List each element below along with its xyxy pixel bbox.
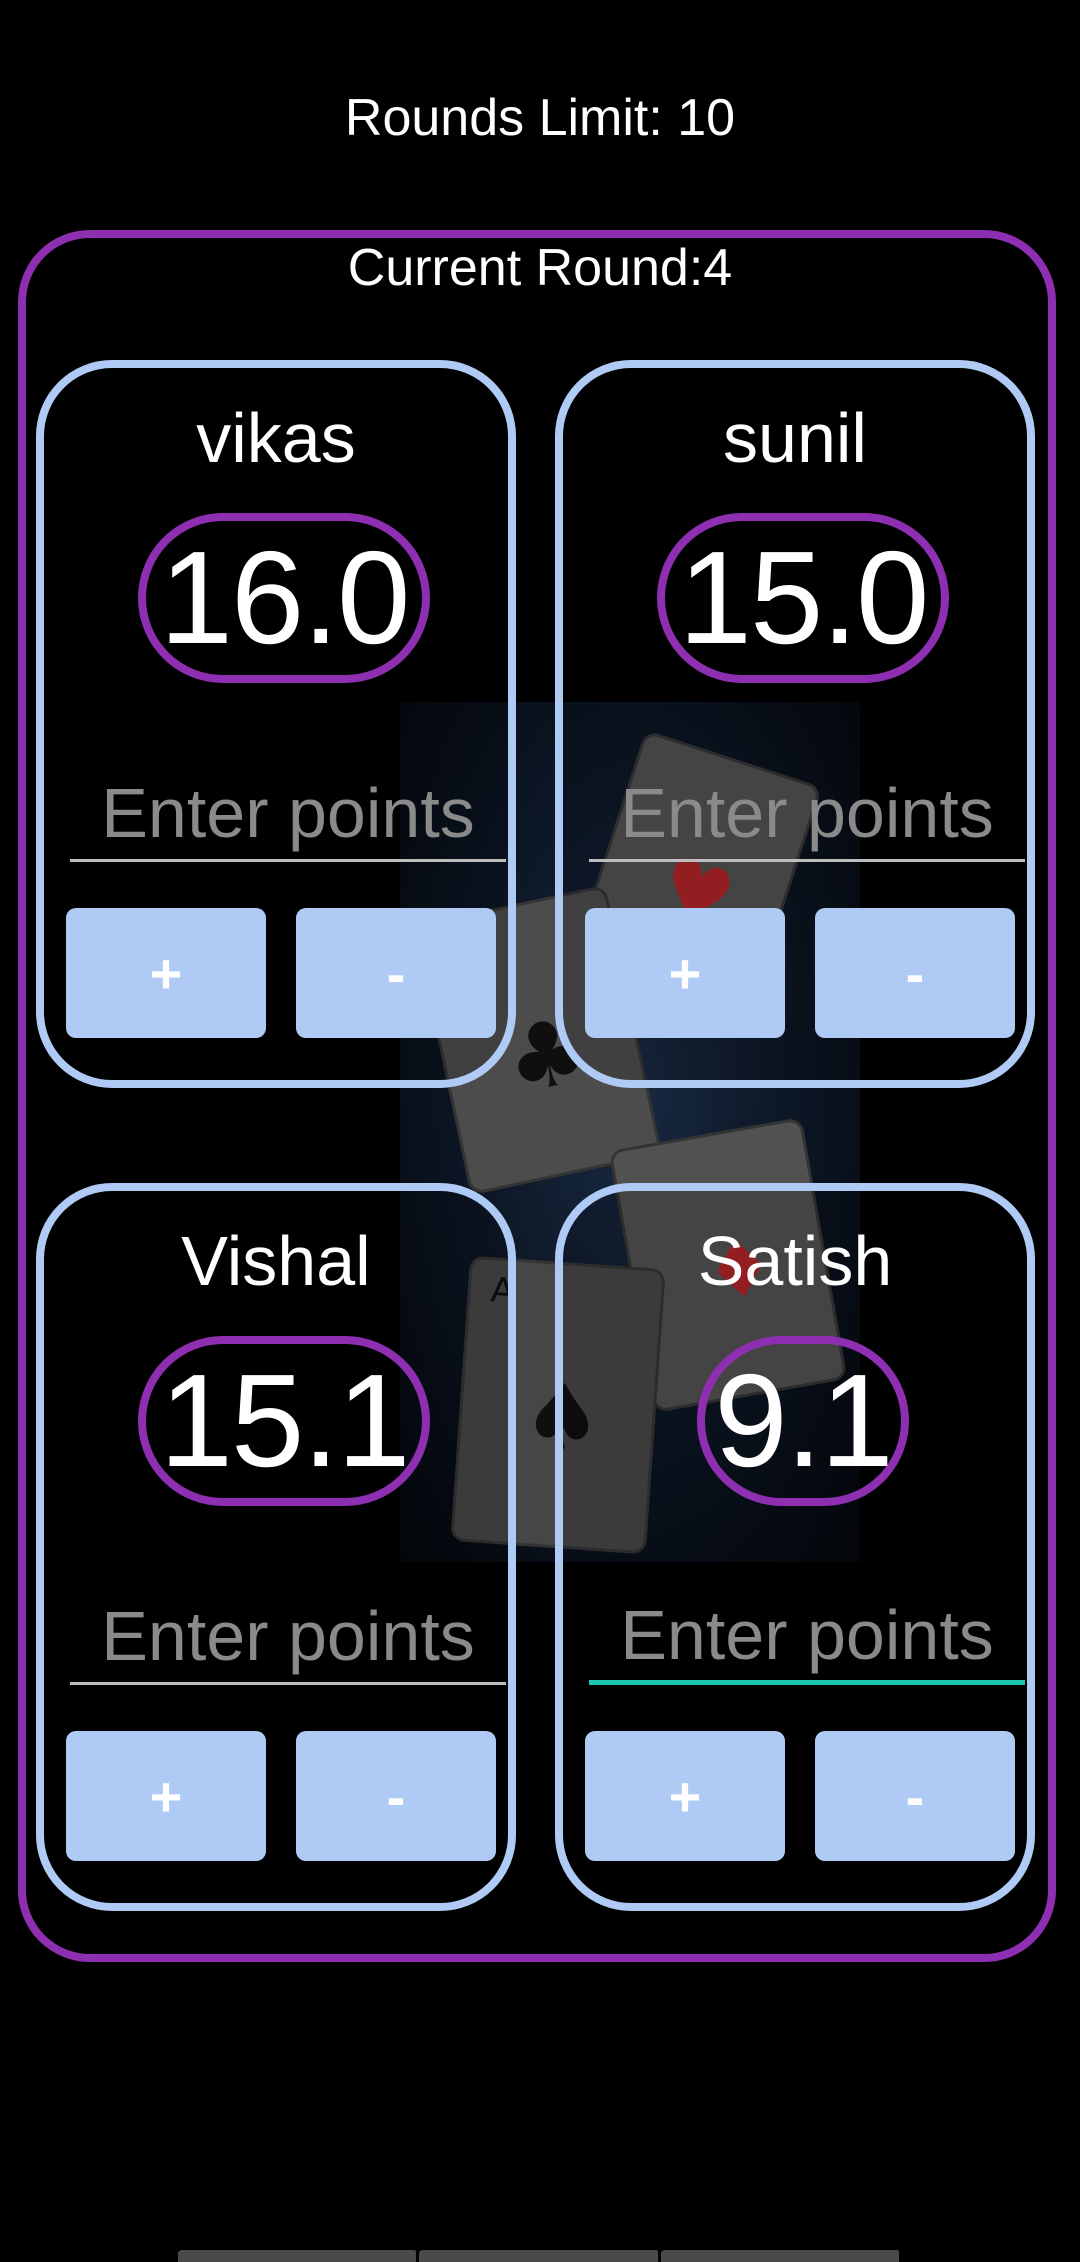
system-navigation-bar — [178, 2250, 902, 2262]
rounds-limit-label: Rounds Limit: 10 — [344, 89, 736, 147]
subtract-points-button[interactable]: - — [815, 908, 1015, 1038]
current-round-label: Current Round:4 — [347, 239, 733, 297]
nav-home-button[interactable] — [419, 2250, 661, 2262]
player-score: 15.1 — [138, 1336, 430, 1506]
player-card-vishal: Vishal 15.1 + - — [36, 1183, 516, 1911]
points-input[interactable] — [589, 766, 1025, 862]
points-input[interactable] — [70, 1589, 506, 1685]
player-card-sunil: sunil 15.0 + - — [555, 360, 1035, 1088]
add-points-button[interactable]: + — [66, 1731, 266, 1861]
subtract-points-button[interactable]: - — [815, 1731, 1015, 1861]
add-points-button[interactable]: + — [585, 908, 785, 1038]
player-card-vikas: vikas 16.0 + - — [36, 360, 516, 1088]
player-name: Vishal — [181, 1222, 371, 1300]
subtract-points-button[interactable]: - — [296, 1731, 496, 1861]
nav-back-button[interactable] — [178, 2250, 420, 2262]
add-points-button[interactable]: + — [66, 908, 266, 1038]
points-input[interactable] — [70, 766, 506, 862]
player-name: Satish — [697, 1222, 893, 1300]
player-name: vikas — [196, 399, 356, 477]
player-score: 15.0 — [657, 513, 949, 683]
subtract-points-button[interactable]: - — [296, 908, 496, 1038]
player-card-satish: Satish 9.1 + - — [555, 1183, 1035, 1911]
player-name: sunil — [723, 399, 867, 477]
player-score: 9.1 — [697, 1336, 909, 1506]
points-input[interactable] — [589, 1589, 1025, 1685]
nav-recents-button[interactable] — [660, 2250, 902, 2262]
add-points-button[interactable]: + — [585, 1731, 785, 1861]
player-score: 16.0 — [138, 513, 430, 683]
